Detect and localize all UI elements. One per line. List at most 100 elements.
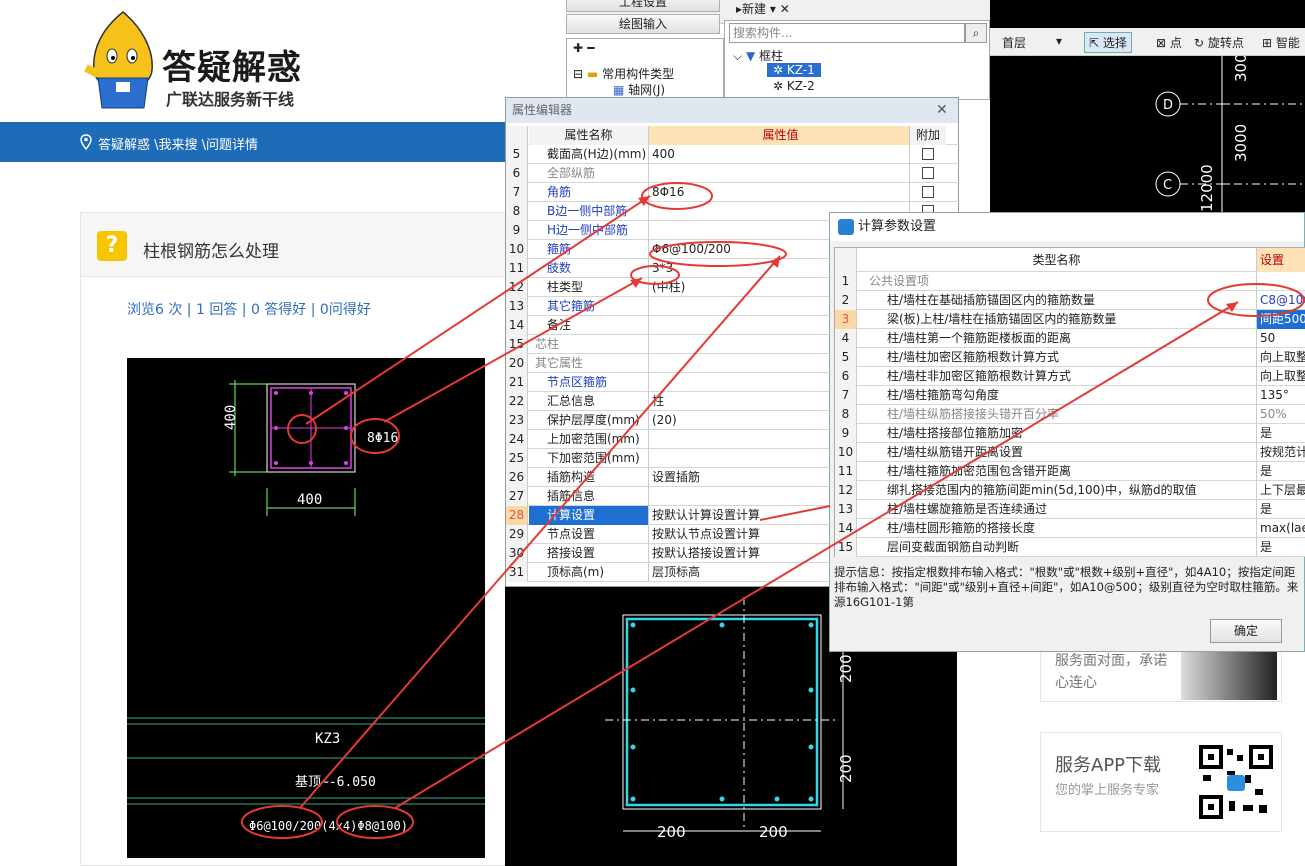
property-row[interactable]: 6 全部纵筋: [506, 164, 960, 183]
property-value[interactable]: [649, 164, 910, 183]
calc-row-number: 15: [835, 538, 857, 557]
chevron-down-icon: ▾: [1055, 34, 1062, 48]
calc-row[interactable]: 3 梁(板)上柱/墙柱在插筋锚固区内的箍筋数量 间距500: [835, 310, 1305, 329]
calc-row-value[interactable]: 135°: [1257, 386, 1305, 405]
smart-icon: ⊞: [1262, 36, 1273, 50]
property-extra-checkbox[interactable]: [910, 145, 946, 164]
col-header-value: 属性值: [649, 126, 910, 145]
question-stats[interactable]: 浏览6 次 | 1 回答 | 0 答得好 | 0问得好: [127, 299, 371, 319]
property-row[interactable]: 7 角筋 8Φ16: [506, 183, 960, 202]
calc-row-value[interactable]: max(lae,: [1257, 519, 1305, 538]
calc-row-value[interactable]: 间距500: [1257, 310, 1305, 329]
new-label: 新建: [742, 2, 767, 16]
calc-row[interactable]: 13 柱/墙柱螺旋箍筋是否连续通过是: [835, 500, 1305, 519]
calc-row-number: 13: [835, 500, 857, 519]
tree-node-axis[interactable]: ▦ 轴网(J): [613, 81, 665, 98]
calc-row[interactable]: 7 柱/墙柱箍筋弯勾角度 135°: [835, 386, 1305, 405]
checkbox-box[interactable]: [922, 186, 934, 198]
property-name: 顶标高(m): [529, 563, 649, 582]
property-extra-checkbox[interactable]: [910, 183, 946, 202]
checkbox-box[interactable]: [922, 148, 934, 160]
question-card: ? 柱根钢筋怎么处理 浏览6 次 | 1 回答 | 0 答得好 | 0问得好 4…: [80, 212, 570, 866]
calc-row-value[interactable]: 50: [1257, 329, 1305, 348]
property-row-number: 8: [506, 202, 528, 221]
calc-header-corner: [835, 248, 857, 272]
calc-row[interactable]: 11 柱/墙柱箍筋加密范围包含错开距离是: [835, 462, 1305, 481]
calc-row[interactable]: 8 柱/墙柱纵筋搭接接头错开百分率 50%: [835, 405, 1305, 424]
property-name: 其它属性: [529, 354, 649, 373]
calc-row-name: 柱/墙柱非加密区箍筋根数计算方式: [857, 367, 1257, 386]
ok-button[interactable]: 确定: [1210, 619, 1282, 643]
property-row[interactable]: 5 截面高(H边)(mm) 400: [506, 145, 960, 164]
rotate-point-button[interactable]: ↻ 旋转点: [1194, 34, 1244, 51]
drawing-input-button[interactable]: 绘图输入: [566, 14, 720, 34]
calc-row-value[interactable]: C8@100: [1257, 291, 1305, 310]
cad-canvas[interactable]: 首层 ▾ ⇱ 选择 ⊠ 点 ↻ 旋转点 ⊞ 智能 D C 300 3000 12…: [990, 0, 1305, 212]
question-icon: ?: [97, 231, 127, 261]
calc-row-value[interactable]: 是: [1257, 424, 1305, 443]
search-input[interactable]: 搜索构件...: [729, 23, 965, 43]
section-dim-bottom-2: 200: [759, 823, 788, 841]
close-icon[interactable]: ✕: [936, 102, 952, 118]
select-button[interactable]: ⇱ 选择: [1084, 32, 1132, 53]
calc-row-value[interactable]: 上下层最: [1257, 481, 1305, 500]
comp-item-kz1[interactable]: ✲ KZ-1: [767, 63, 821, 77]
property-row-number: 22: [506, 392, 528, 411]
calc-row[interactable]: 4 柱/墙柱第一个箍筋距楼板面的距离 50: [835, 329, 1305, 348]
property-row-number: 20: [506, 354, 528, 373]
calc-row-name: 柱/墙柱在基础插筋锚固区内的箍筋数量: [857, 291, 1257, 310]
tree-expand-icons[interactable]: ✚ ━: [573, 41, 594, 55]
ad-app-download[interactable]: 服务APP下载 您的掌上服务专家: [1040, 732, 1282, 832]
calc-row-number: 14: [835, 519, 857, 538]
property-row-number: 31: [506, 563, 528, 582]
property-name: 插筋构造: [529, 468, 649, 487]
component-tree: ✚ ━ ⊟ ▬ 常用构件类型 ▦ 轴网(J): [566, 38, 724, 98]
property-name: 箍筋: [529, 240, 649, 259]
calc-row-value[interactable]: 是: [1257, 462, 1305, 481]
calc-row-value[interactable]: [1257, 272, 1305, 291]
section-dim-bottom-1: 200: [657, 823, 686, 841]
calc-row-name: 柱/墙柱第一个箍筋距楼板面的距离: [857, 329, 1257, 348]
checkbox-box[interactable]: [922, 167, 934, 179]
calc-row[interactable]: 14柱/墙柱圆形箍筋的搭接长度max(lae,: [835, 519, 1305, 538]
comp-item-kz2[interactable]: ✲ KZ-2: [767, 79, 821, 93]
calc-hint-text: 提示信息：按指定根数排布输入格式："根数"或"根数+级别+直径"，如4A10；按…: [834, 565, 1299, 609]
calc-row[interactable]: 1 公共设置项: [835, 272, 1305, 291]
calc-row[interactable]: 6 柱/墙柱非加密区箍筋根数计算方式 向上取整: [835, 367, 1305, 386]
calc-row-value[interactable]: 是: [1257, 538, 1305, 557]
breadcrumb[interactable]: 答疑解惑 \我来搜 \问题详情: [98, 134, 258, 153]
calc-row[interactable]: 9 柱/墙柱搭接部位箍筋加密是: [835, 424, 1305, 443]
property-name: 下加密范围(mm): [529, 449, 649, 468]
calc-row-value[interactable]: 向上取整: [1257, 367, 1305, 386]
smart-button[interactable]: ⊞ 智能: [1262, 34, 1300, 51]
engineering-settings-button[interactable]: 工程设置: [566, 0, 720, 12]
calc-row[interactable]: 12 绑扎搭接范围内的箍筋间距min(5d,100)中，纵筋d的取值 上下层最: [835, 481, 1305, 500]
floor-select[interactable]: 首层 ▾: [1002, 34, 1064, 52]
calc-col-value: 设置: [1257, 248, 1305, 272]
tree-node-common[interactable]: ⊟ ▬ 常用构件类型: [573, 65, 674, 82]
calc-row[interactable]: 5 柱/墙柱加密区箍筋根数计算方式 向上取整: [835, 348, 1305, 367]
property-row-number: 14: [506, 316, 528, 335]
calc-row-number: 2: [835, 291, 857, 310]
new-button[interactable]: ▸新建 ▾ ✕: [736, 0, 790, 17]
calc-row-number: 8: [835, 405, 857, 424]
property-row-number: 11: [506, 259, 528, 278]
comp-node-frame-col[interactable]: ⌵ ▼ 框柱: [733, 47, 783, 64]
calc-row-value[interactable]: 向上取整: [1257, 348, 1305, 367]
comp-root-label: 框柱: [759, 49, 784, 63]
property-row-number: 15: [506, 335, 528, 354]
ad-app-sub: 您的掌上服务专家: [1055, 783, 1160, 798]
point-button[interactable]: ⊠ 点: [1156, 34, 1182, 51]
search-icon[interactable]: ⌕: [965, 23, 987, 43]
tree-root-label: 常用构件类型: [602, 67, 675, 81]
calc-row-value[interactable]: 按规范计: [1257, 443, 1305, 462]
property-extra-checkbox[interactable]: [910, 164, 946, 183]
property-value[interactable]: 8Φ16: [649, 183, 910, 202]
calc-row[interactable]: 15 层间变截面钢筋自动判断是: [835, 538, 1305, 557]
calc-row-value[interactable]: 是: [1257, 500, 1305, 519]
property-value[interactable]: 400: [649, 145, 910, 164]
calc-row[interactable]: 2柱/墙柱在基础插筋锚固区内的箍筋数量C8@100: [835, 291, 1305, 310]
property-row-number: 29: [506, 525, 528, 544]
calc-row-value[interactable]: 50%: [1257, 405, 1305, 424]
calc-row[interactable]: 10 柱/墙柱纵筋错开距离设置 按规范计: [835, 443, 1305, 462]
